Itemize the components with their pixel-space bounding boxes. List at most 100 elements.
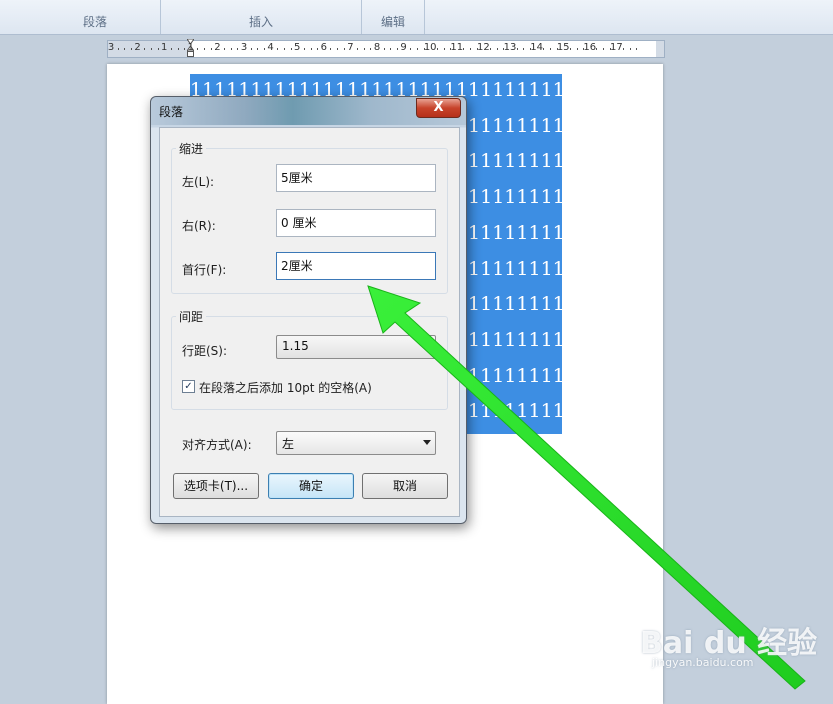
ruler-minor-tick <box>144 48 146 50</box>
add-space-checkbox[interactable]: ✓ <box>182 380 195 393</box>
ruler-minor-tick <box>230 48 232 50</box>
ruler-tick-label: 13 <box>503 42 517 53</box>
ruler-minor-tick <box>383 48 385 50</box>
ruler-minor-tick <box>343 48 345 50</box>
indent-first-line-label: 首行(F): <box>182 263 227 277</box>
ruler-minor-tick <box>396 48 398 50</box>
ruler-minor-tick <box>416 48 418 50</box>
ribbon-group-label: 插入 <box>248 15 273 29</box>
indent-right-input[interactable]: 0 厘米 <box>276 209 436 237</box>
ruler-minor-tick <box>516 48 518 50</box>
close-button[interactable]: X <box>416 98 461 118</box>
ruler-minor-tick <box>124 48 126 50</box>
ruler-minor-tick <box>310 48 312 50</box>
ruler-tick-label: 4 <box>267 42 274 53</box>
ruler-minor-tick <box>224 48 226 50</box>
ruler-minor-tick <box>470 48 472 50</box>
ruler-minor-tick <box>363 48 365 50</box>
add-space-label: 在段落之后添加 10pt 的空格(A) <box>199 381 372 395</box>
ruler-tick-label: 17 <box>610 42 623 53</box>
ribbon-group-label: 编辑 <box>380 15 405 29</box>
ruler-minor-tick <box>283 48 285 50</box>
ruler-minor-tick <box>157 48 159 50</box>
ruler-minor-tick <box>496 48 498 50</box>
ruler-minor-tick <box>543 48 545 50</box>
ok-button[interactable]: 确定 <box>268 473 354 499</box>
ruler-minor-tick <box>636 48 638 50</box>
ribbon-group-edit[interactable]: 编辑 <box>362 0 425 34</box>
ruler-minor-tick <box>130 48 132 50</box>
ruler-minor-tick <box>330 48 332 50</box>
ruler-minor-tick <box>210 48 212 50</box>
ruler-tick-label: 11 <box>450 42 464 53</box>
ruler-minor-tick <box>623 48 625 50</box>
line-spacing-value: 1.15 <box>282 339 309 353</box>
paragraph-dialog: 段落 X 缩进 左(L): 5厘米 右(R): 0 厘米 首行(F): 2厘米 … <box>150 96 467 524</box>
ruler-minor-tick <box>250 48 252 50</box>
ruler-minor-tick <box>150 48 152 50</box>
ruler-tick-label: 15 <box>556 42 570 53</box>
ruler-minor-tick <box>290 48 292 50</box>
ruler-tick-label: 6 <box>320 42 327 53</box>
ruler-minor-tick <box>237 48 239 50</box>
ruler-minor-tick <box>277 48 279 50</box>
dialog-titlebar[interactable]: 段落 X <box>151 97 466 125</box>
ruler-minor-tick <box>410 48 412 50</box>
ruler-minor-tick <box>257 48 259 50</box>
alignment-select[interactable]: 左 <box>276 431 436 455</box>
ruler-minor-tick <box>596 48 598 50</box>
line-spacing-label: 行距(S): <box>182 344 228 358</box>
ribbon-group-insert[interactable]: 插入 <box>161 0 362 34</box>
indent-left-input[interactable]: 5厘米 <box>276 164 436 192</box>
ruler-minor-tick <box>569 48 571 50</box>
ruler-tick-label: 1 <box>187 42 194 53</box>
ruler-tick-label: 2 <box>134 42 141 53</box>
ruler-minor-tick <box>263 48 265 50</box>
indent-right-label: 右(R): <box>182 219 216 233</box>
ruler-tick-label: 8 <box>373 42 381 53</box>
dialog-title: 段落 <box>159 105 184 119</box>
ruler-minor-tick <box>197 48 199 50</box>
ruler-minor-tick <box>390 48 392 50</box>
ruler-tick-label: 1 <box>161 42 168 53</box>
ruler-minor-tick <box>357 48 359 50</box>
ruler-minor-tick <box>523 48 525 50</box>
ruler-minor-tick <box>576 48 578 50</box>
close-icon: X <box>433 100 444 115</box>
line-spacing-select[interactable]: 1.15 <box>276 335 436 359</box>
spacing-legend: 间距 <box>179 310 204 324</box>
indent-left-label: 左(L): <box>182 175 215 189</box>
indent-legend: 缩进 <box>179 142 204 156</box>
ruler-minor-tick <box>603 48 605 50</box>
ruler-minor-tick <box>443 48 445 50</box>
ruler-minor-tick <box>204 48 206 50</box>
ruler-tick-label: 3 <box>107 42 115 53</box>
ruler-minor-tick <box>549 48 551 50</box>
alignment-label: 对齐方式(A): <box>182 438 252 452</box>
cancel-button[interactable]: 取消 <box>362 473 448 499</box>
ribbon-bar: 段落 插入 编辑 <box>0 0 833 35</box>
ruler-minor-tick <box>463 48 465 50</box>
ruler-minor-tick <box>177 48 179 50</box>
dialog-body: 缩进 左(L): 5厘米 右(R): 0 厘米 首行(F): 2厘米 间距 行距… <box>159 127 460 517</box>
ruler-tick-label: 2 <box>214 42 221 53</box>
ribbon-group-label: 段落 <box>82 15 107 29</box>
ruler-minor-tick <box>436 48 438 50</box>
ruler-minor-tick <box>337 48 339 50</box>
watermark-url: jingyan.baidu.com <box>652 656 754 669</box>
horizontal-ruler[interactable]: 3 2 1 1 2 3 4 5 6 7 8 9 10 11 12 13 14 15 16 17 <box>107 39 665 58</box>
chevron-down-icon <box>423 440 431 445</box>
ruler-minor-tick <box>317 48 319 50</box>
ruler-minor-tick <box>303 48 305 50</box>
indent-first-line-input[interactable]: 2厘米 <box>276 252 436 280</box>
ruler-tick-label: 5 <box>294 42 301 53</box>
ruler-margin-right <box>656 41 664 57</box>
ruler-minor-tick <box>117 48 119 50</box>
ribbon-group-paragraph[interactable]: 段落 <box>30 0 161 34</box>
ruler-tick-label: 16 <box>583 42 597 53</box>
ruler-tick-label: 10 <box>423 42 437 53</box>
ruler-tick-label: 7 <box>347 42 354 53</box>
ruler-tick-label: 9 <box>400 42 407 53</box>
ruler-minor-tick <box>184 48 186 50</box>
tabs-button[interactable]: 选项卡(T)... <box>173 473 259 499</box>
